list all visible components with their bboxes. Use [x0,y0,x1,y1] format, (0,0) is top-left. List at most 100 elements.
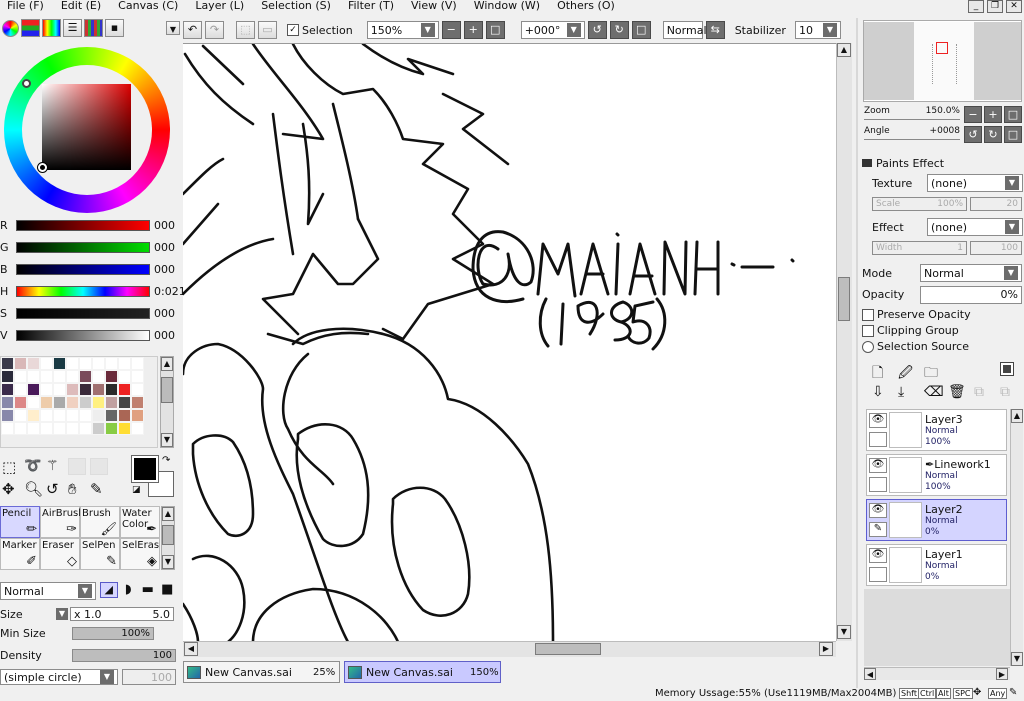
scroll-left-icon[interactable]: ◀ [864,668,876,680]
rotate-reset-button[interactable]: □ [631,21,651,39]
palette-swatch[interactable] [66,396,79,409]
palette-scroll-thumb[interactable] [161,377,173,403]
brush-tip-flat[interactable]: ▬ [139,582,156,598]
undo-button[interactable]: ↶ [183,21,202,39]
palette-swatch[interactable] [40,422,53,435]
palette-swatch[interactable] [53,396,66,409]
swatch-palette[interactable] [0,356,158,448]
palette-swatch[interactable] [27,422,40,435]
palette-swatch[interactable] [1,357,14,370]
palette-swatch[interactable] [105,370,118,383]
h-slider[interactable] [16,285,150,297]
stabilizer-select[interactable]: 10 ▼ [794,21,841,39]
s-slider[interactable] [16,307,150,319]
brush-lock-icon[interactable]: ✎ [869,522,887,537]
brush-mode-select[interactable]: Normal ▼ [0,582,96,600]
layer-list-scrollbar[interactable]: ▲ ▼ [1010,409,1023,666]
layer-item-layer3[interactable]: 👁 Layer3 Normal 100% [866,409,1007,451]
brush-tip-sharp[interactable]: ◢ [100,582,118,598]
move-icon[interactable]: ✥ [2,480,15,498]
merge-mask-icon[interactable]: ⧉ [1000,384,1010,400]
rotate-icon[interactable]: ↺ [46,480,59,498]
s-value[interactable]: 000 [154,307,182,320]
zoom-select[interactable]: 150% ▼ [366,21,439,39]
tools-scroll-thumb[interactable] [162,525,174,545]
v-slider[interactable] [16,329,150,341]
palette-swatch[interactable] [53,422,66,435]
brush-tip-round[interactable]: ◗ [120,582,137,598]
rotate-right-button[interactable]: ↻ [609,21,629,39]
b-slider[interactable] [16,263,150,275]
density-slider[interactable]: 100 [72,648,176,662]
tool-airbrush[interactable]: AirBrush ✑ [40,506,85,538]
scroll-up-icon[interactable]: ▲ [162,507,174,521]
layer-item-layer2[interactable]: 👁 ✎ Layer2 Normal 0% [866,499,1007,541]
palette-swatch[interactable] [14,383,27,396]
palette-swatch[interactable] [66,383,79,396]
tool-watercolor[interactable]: Water Color ✒ [120,506,160,538]
reset-colors-icon[interactable]: ◪ [132,485,141,495]
palette-swatch[interactable] [27,370,40,383]
brush-tip-square[interactable]: ■ [159,582,176,598]
palette-swatch[interactable] [1,396,14,409]
tool-seleras[interactable]: SelEras ◈ [120,538,160,570]
scroll-down-icon[interactable]: ▼ [161,433,173,447]
shift-key-indicator[interactable]: Shft [899,688,919,699]
palette-swatch[interactable] [131,370,144,383]
ctrl-key-indicator[interactable]: Ctrl [918,688,937,699]
selection-source-checkbox[interactable] [862,340,874,353]
nav-rotate-right-button[interactable]: ↻ [984,126,1002,143]
zoom-in-button[interactable]: + [463,21,483,39]
layer-list-hscrollbar[interactable]: ◀ ▶ [864,667,1010,680]
palette-swatch[interactable] [92,422,105,435]
new-layer-icon[interactable]: 🗋 [872,362,883,386]
layer-mask-icon[interactable] [1000,362,1014,376]
layer-opacity-slider[interactable]: 0% [920,285,1022,304]
palette-swatch[interactable] [14,370,27,383]
palette-swatch[interactable] [40,383,53,396]
color-mixer-tab[interactable]: ☰ [63,19,82,37]
palette-swatch[interactable] [40,357,53,370]
tool-marker[interactable]: Marker ✐ [0,538,40,570]
scroll-down-icon[interactable]: ▼ [837,625,851,639]
palette-swatch[interactable] [118,409,131,422]
horizontal-scroll-thumb[interactable] [535,643,601,655]
scroll-right-icon[interactable]: ▶ [996,668,1008,680]
any-key-indicator[interactable]: Any [988,688,1008,699]
saturation-value-square[interactable] [42,84,131,170]
palette-swatch[interactable] [131,383,144,396]
menu-others[interactable]: Others (O) [550,0,625,12]
drawing-canvas[interactable] [183,43,836,641]
palette-scrollbar[interactable]: ▲ ▼ [160,356,174,448]
move-icon[interactable]: ✥ [973,687,981,698]
width-slider[interactable]: Width 1 [872,240,967,255]
document-tab-2[interactable]: New Canvas.sai 150% [344,661,501,683]
lock-toggle[interactable] [869,567,887,582]
rect-select-icon[interactable]: ⬚ [2,458,16,476]
scroll-right-icon[interactable]: ▶ [819,642,833,656]
palette-swatch[interactable] [53,370,66,383]
lock-toggle[interactable] [869,477,887,492]
palette-swatch[interactable] [131,396,144,409]
new-folder-icon[interactable]: 🗀 [924,362,938,386]
scroll-up-icon[interactable]: ▲ [837,43,851,57]
menu-file[interactable]: File (F) [0,0,54,12]
nav-angle-row[interactable]: Angle +0008 [864,126,960,140]
hand-icon[interactable]: ✋︎ [68,480,77,498]
nav-rotate-reset-button[interactable]: □ [1004,126,1022,143]
tool-brush[interactable]: Brush 🖌︎ [80,506,120,538]
menu-window[interactable]: Window (W) [467,0,550,12]
menu-selection[interactable]: Selection (S) [254,0,341,12]
pen-icon[interactable]: ✎ [1009,687,1017,698]
new-linework-layer-icon[interactable]: 🖉 [898,362,913,386]
paints-effect-header[interactable]: Paints Effect [862,155,1022,171]
palette-swatch[interactable] [79,409,92,422]
menu-filter[interactable]: Filter (T) [341,0,404,12]
palette-swatch[interactable] [1,409,14,422]
palette-swatch[interactable] [40,370,53,383]
palette-swatch[interactable] [27,409,40,422]
size-field[interactable]: x 1.0 5.0 [70,607,174,621]
palette-swatch[interactable] [79,422,92,435]
hsv-slider-tab[interactable] [42,19,61,37]
palette-swatch[interactable] [118,383,131,396]
